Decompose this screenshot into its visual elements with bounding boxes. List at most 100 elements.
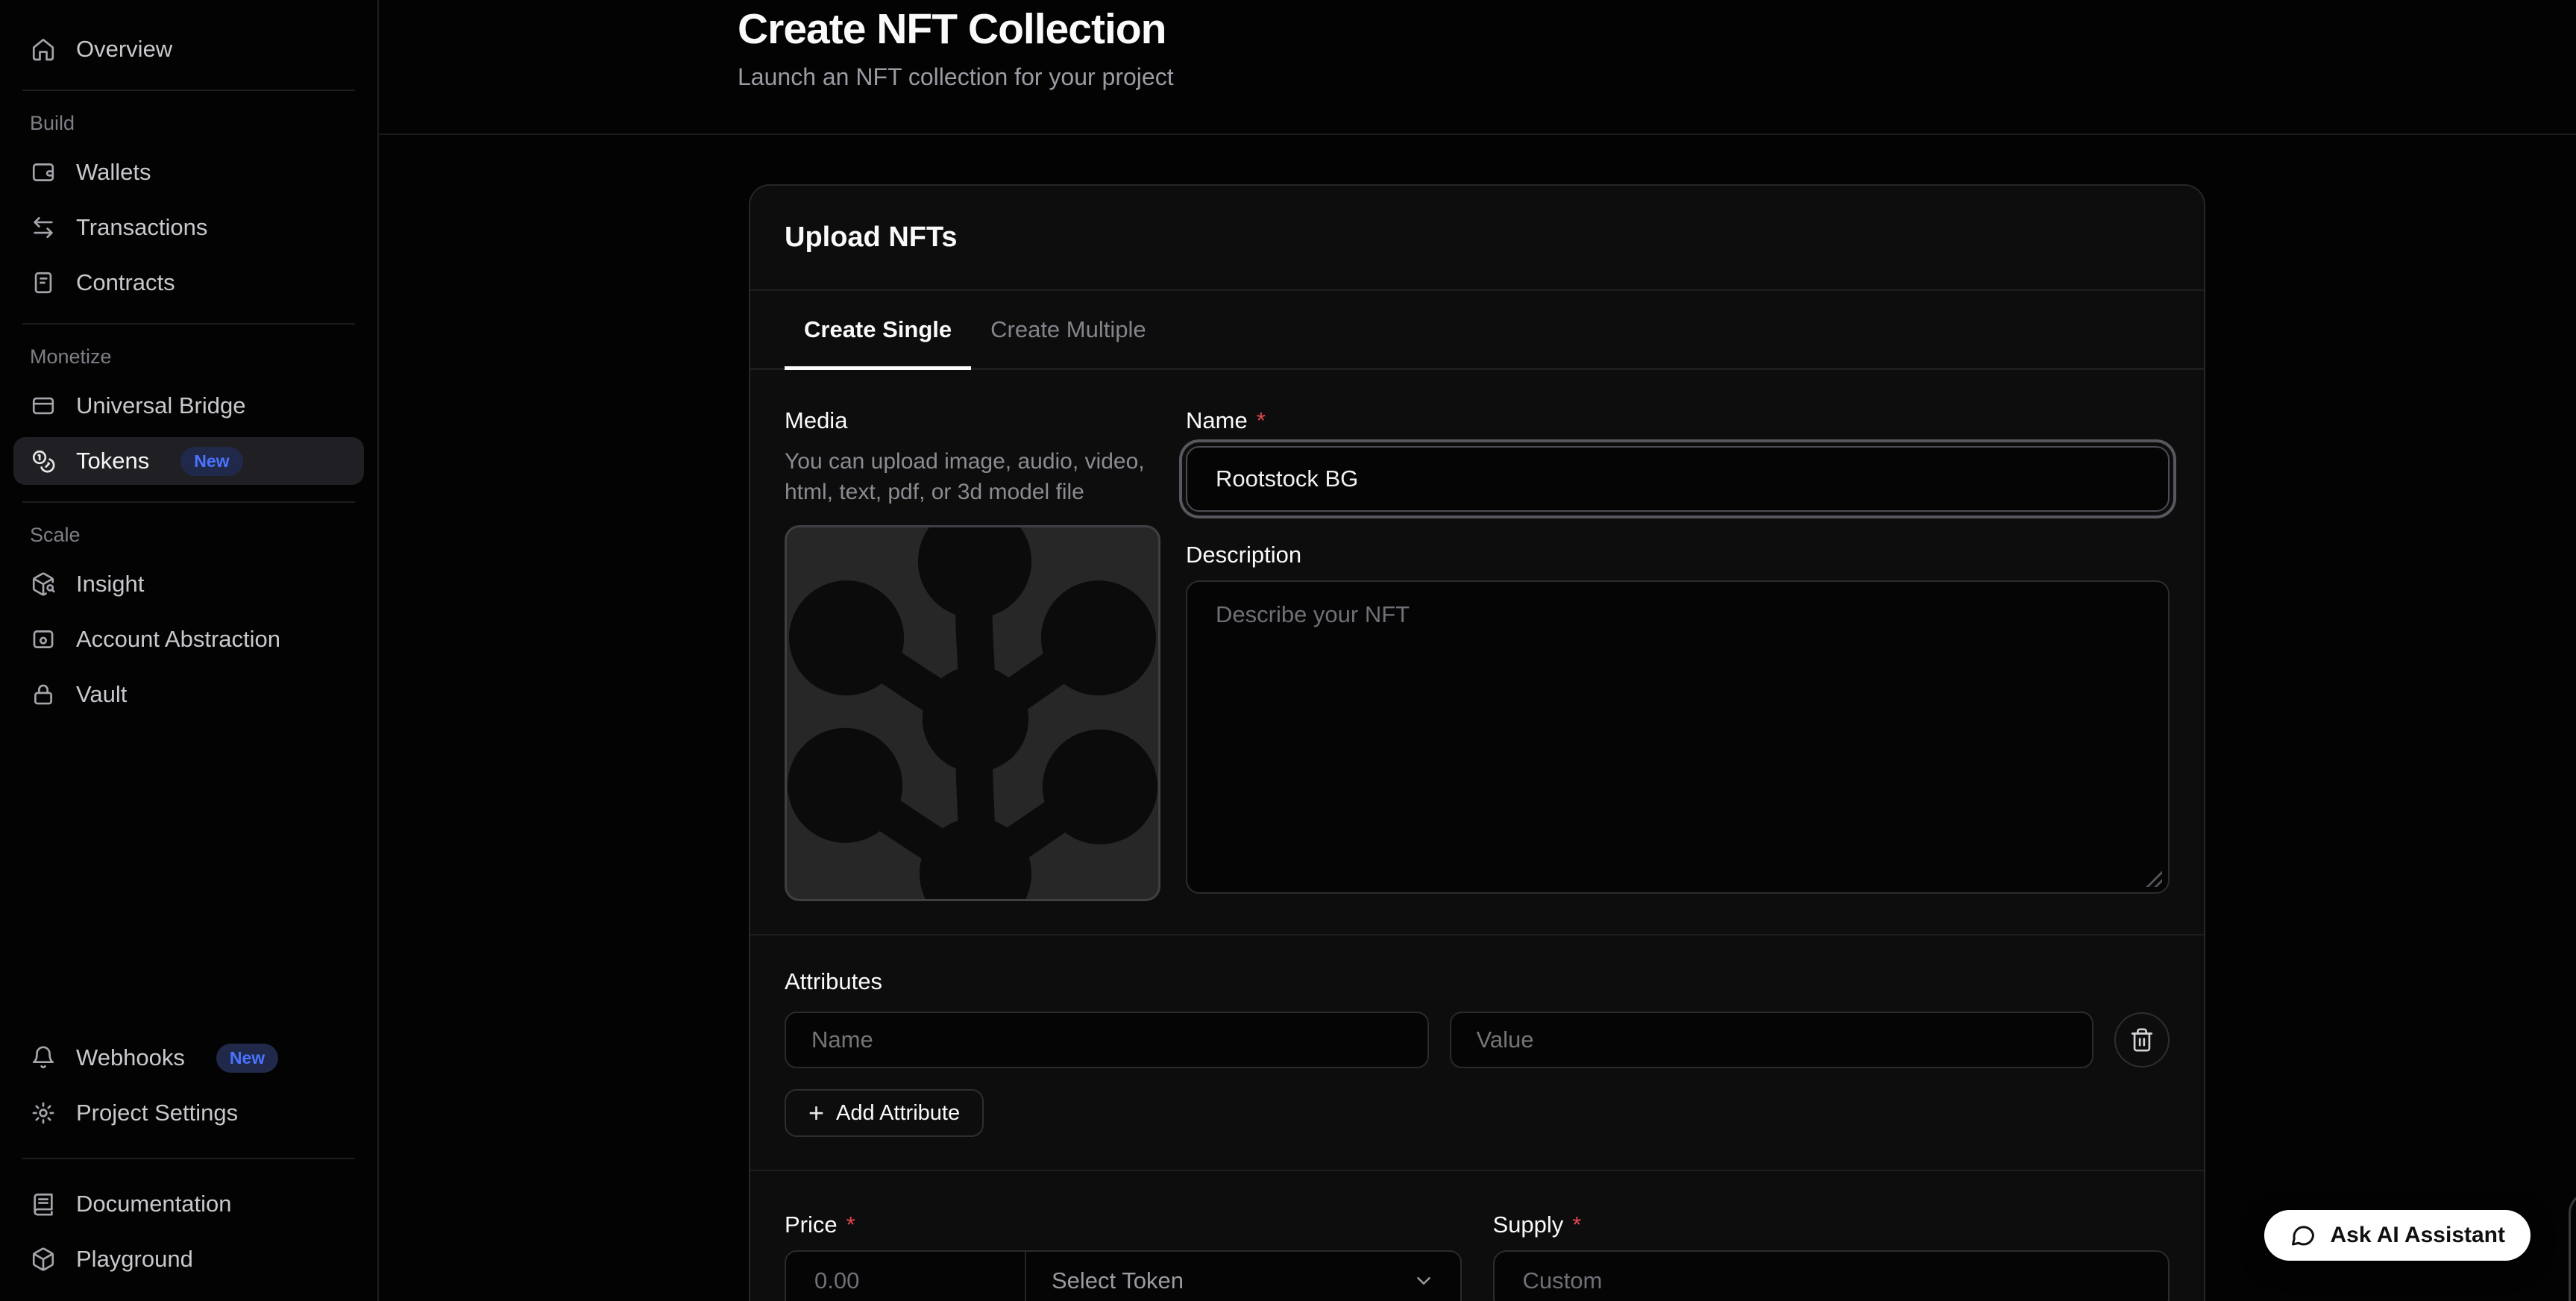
token-select-value: Select Token xyxy=(1052,1267,1184,1294)
token-select-dropdown[interactable]: Select Token xyxy=(1026,1252,1460,1301)
delete-attribute-button[interactable] xyxy=(2114,1012,2170,1068)
media-hint: You can upload image, audio, video, html… xyxy=(785,446,1160,507)
sidebar-divider xyxy=(22,501,355,503)
sidebar-item-label: Documentation xyxy=(76,1191,232,1217)
price-label-text: Price xyxy=(785,1211,838,1238)
price-label: Price * xyxy=(785,1211,1462,1238)
sidebar-item-contracts[interactable]: Contracts xyxy=(13,259,364,307)
main-content: Create NFT Collection Launch an NFT coll… xyxy=(379,0,2576,1301)
supply-label-text: Supply xyxy=(1493,1211,1564,1238)
attribute-name-input[interactable] xyxy=(785,1012,1429,1068)
sidebar-item-label: Insight xyxy=(76,571,144,598)
sidebar-item-vault[interactable]: Vault xyxy=(13,671,364,718)
sidebar-item-documentation[interactable]: Documentation xyxy=(13,1180,364,1228)
required-asterisk: * xyxy=(846,1211,855,1238)
attribute-value-input[interactable] xyxy=(1450,1012,2094,1068)
name-label-text: Name xyxy=(1186,407,1248,434)
sidebar-group-build: Wallets Transactions Contracts xyxy=(13,148,364,307)
sidebar-item-account-abstraction[interactable]: Account Abstraction xyxy=(13,615,364,663)
page-subtitle: Launch an NFT collection for your projec… xyxy=(738,63,2576,91)
nft-description-textarea[interactable] xyxy=(1186,580,2170,894)
nft-name-input[interactable] xyxy=(1186,446,2170,512)
price-supply-row: Price * Select Token xyxy=(785,1204,2170,1301)
media-upload-preview[interactable] xyxy=(785,525,1160,901)
section-label-scale: Scale xyxy=(13,524,364,547)
sidebar-item-label: Tokens xyxy=(76,448,149,474)
resize-handle[interactable] xyxy=(2144,869,2162,887)
wallet-icon xyxy=(30,159,57,186)
lock-icon xyxy=(30,681,57,708)
coins-icon xyxy=(30,448,57,474)
sidebar-item-label: Universal Bridge xyxy=(76,392,245,419)
description-wrap xyxy=(1186,580,2170,897)
nft-blob-artwork xyxy=(787,527,1158,899)
sidebar-item-label: Webhooks xyxy=(76,1044,185,1071)
sidebar-footer: Webhooks New Project Settings Documentat… xyxy=(13,1034,364,1283)
sidebar-item-insight[interactable]: Insight xyxy=(13,560,364,608)
add-attribute-label: Add Attribute xyxy=(836,1101,960,1126)
tab-create-single[interactable]: Create Single xyxy=(785,291,971,368)
tab-create-multiple[interactable]: Create Multiple xyxy=(971,291,1165,368)
supply-column: Supply * xyxy=(1493,1204,2170,1301)
attributes-label: Attributes xyxy=(785,968,2170,995)
section-divider xyxy=(750,934,2204,935)
description-label: Description xyxy=(1186,542,2170,568)
sidebar-item-label: Playground xyxy=(76,1246,193,1273)
sidebar-item-label: Account Abstraction xyxy=(76,626,280,653)
ask-ai-assistant-button[interactable]: Ask AI Assistant xyxy=(2264,1210,2531,1261)
contract-file-icon xyxy=(30,269,57,296)
add-attribute-button[interactable]: + Add Attribute xyxy=(785,1089,984,1137)
ask-ai-assistant-label: Ask AI Assistant xyxy=(2330,1223,2505,1248)
price-amount-input[interactable] xyxy=(786,1252,1026,1301)
sidebar-item-label: Overview xyxy=(76,36,172,63)
card-body: Media You can upload image, audio, video… xyxy=(750,370,2204,1301)
media-label: Media xyxy=(785,407,1160,434)
card-title: Upload NFTs xyxy=(785,222,958,254)
gear-icon xyxy=(30,1100,57,1126)
sidebar-item-label: Contracts xyxy=(76,269,175,296)
package-search-icon xyxy=(30,571,57,598)
sidebar-item-overview[interactable]: Overview xyxy=(13,25,364,73)
plus-icon: + xyxy=(808,1100,824,1126)
supply-input[interactable] xyxy=(1493,1250,2170,1301)
bridge-card-icon xyxy=(30,392,57,419)
header-divider xyxy=(379,134,2576,135)
sidebar-divider xyxy=(22,1158,355,1159)
sidebar-item-label: Transactions xyxy=(76,214,207,241)
chat-bubble-icon xyxy=(2290,1222,2316,1249)
sidebar-item-wallets[interactable]: Wallets xyxy=(13,148,364,196)
cube-icon xyxy=(30,1246,57,1273)
section-label-monetize: Monetize xyxy=(13,345,364,369)
card-header: Upload NFTs xyxy=(750,186,2204,291)
sidebar-group-scale: Insight Account Abstraction Vault xyxy=(13,560,364,718)
sidebar-item-webhooks[interactable]: Webhooks New xyxy=(13,1034,364,1082)
sidebar-divider xyxy=(22,323,355,325)
chevron-down-icon xyxy=(1413,1270,1435,1292)
page-header: Create NFT Collection Launch an NFT coll… xyxy=(379,0,2576,91)
trash-icon xyxy=(2129,1027,2155,1053)
sidebar-item-label: Project Settings xyxy=(76,1100,238,1126)
book-icon xyxy=(30,1191,57,1217)
name-label: Name * xyxy=(1186,407,2170,434)
supply-label: Supply * xyxy=(1493,1211,2170,1238)
required-asterisk: * xyxy=(1572,1211,1581,1238)
bell-icon xyxy=(30,1044,57,1071)
upload-tabs: Create Single Create Multiple xyxy=(750,291,2204,370)
sidebar-item-universal-bridge[interactable]: Universal Bridge xyxy=(13,382,364,430)
new-badge: New xyxy=(180,447,242,476)
media-and-details-row: Media You can upload image, audio, video… xyxy=(785,400,2170,901)
details-column: Name * Description xyxy=(1186,400,2170,901)
sidebar-item-transactions[interactable]: Transactions xyxy=(13,204,364,251)
section-divider xyxy=(750,1170,2204,1171)
smart-account-icon xyxy=(30,626,57,653)
price-column: Price * Select Token xyxy=(785,1204,1462,1301)
upload-nfts-card: Upload NFTs Create Single Create Multipl… xyxy=(749,184,2205,1301)
app-root: Overview Build Wallets Transactions xyxy=(0,0,2576,1301)
sidebar-group-monetize: Universal Bridge Tokens New xyxy=(13,382,364,485)
sidebar-divider xyxy=(22,90,355,91)
page-title: Create NFT Collection xyxy=(738,4,2576,54)
sidebar-item-tokens[interactable]: Tokens New xyxy=(13,437,364,485)
media-column: Media You can upload image, audio, video… xyxy=(785,400,1160,901)
sidebar-item-playground[interactable]: Playground xyxy=(13,1235,364,1283)
sidebar-item-project-settings[interactable]: Project Settings xyxy=(13,1089,364,1137)
